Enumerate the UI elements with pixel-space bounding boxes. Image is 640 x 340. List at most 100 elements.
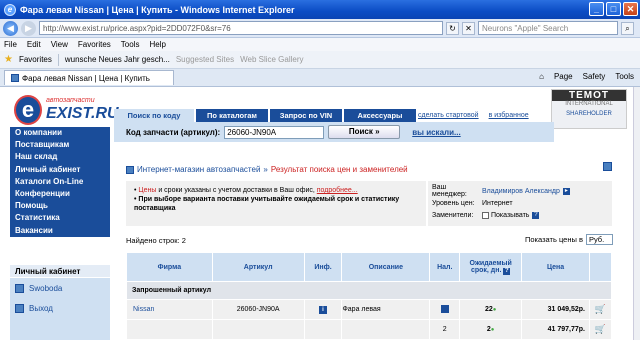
stop-button[interactable]: ✕ xyxy=(462,21,475,35)
minimize-button[interactable]: _ xyxy=(589,2,604,16)
search-tabs: Поиск по коду По каталогам Запрос по VIN… xyxy=(114,109,416,122)
forward-button[interactable]: ▶ xyxy=(21,20,36,36)
help-icon[interactable]: ? xyxy=(532,211,540,219)
tab-label: Фара левая Nissan | Цена | Купить xyxy=(22,73,150,83)
divider xyxy=(57,53,59,66)
row-firm[interactable]: Nissan xyxy=(126,299,213,321)
logo-text: EXIST.RU xyxy=(46,105,119,122)
notice-line2: При выборе варианта поставки учитывайте … xyxy=(134,196,400,212)
tab-bar: Фара левая Nissan | Цена | Купить ⌂ Page… xyxy=(0,69,640,87)
rows-found: Найдено строк: 2 xyxy=(126,236,186,245)
group-row: Запрошенный артикул xyxy=(126,280,612,301)
currency-select[interactable]: Руб. xyxy=(585,234,613,245)
back-button[interactable]: ◀ xyxy=(3,20,18,36)
account-username: Swoboda xyxy=(29,283,63,293)
sidebar-item-account[interactable]: Личный кабинет xyxy=(10,164,110,176)
refresh-button[interactable]: ↻ xyxy=(446,21,459,35)
sidebar-item-conferences[interactable]: Конференции xyxy=(10,188,110,200)
window-titlebar: e Фара левая Nissan | Цена | Купить - Wi… xyxy=(0,0,640,19)
safety-menu[interactable]: Safety xyxy=(583,72,606,81)
cart-icon[interactable]: 🛒 xyxy=(588,319,613,340)
row-stock xyxy=(429,299,461,321)
menu-view[interactable]: View xyxy=(51,40,68,49)
search-button[interactable]: Поиск » xyxy=(328,125,401,139)
account-user[interactable]: Swoboda xyxy=(10,278,110,298)
browser-tab[interactable]: Фара левая Nissan | Цена | Купить xyxy=(4,70,174,85)
tab-vin-request[interactable]: Запрос по VIN xyxy=(270,109,342,122)
url-field[interactable]: http://www.exist.ru/price.aspx?pid=2DD07… xyxy=(39,21,443,35)
substitutes-checkbox[interactable] xyxy=(482,211,489,219)
favorites-bar: ★ Favorites wunsche Neues Jahr gesch... … xyxy=(0,51,640,69)
home-icon[interactable]: ⌂ xyxy=(539,72,544,81)
part-code-input[interactable] xyxy=(224,125,325,139)
col-price[interactable]: Цена xyxy=(521,252,590,282)
col-cart xyxy=(588,252,613,282)
tab-catalogs[interactable]: По каталогам xyxy=(196,109,268,122)
sidebar-item-vacancies[interactable]: Вакансии xyxy=(10,225,110,237)
tab-search-by-code[interactable]: Поиск по коду xyxy=(114,109,194,122)
col-firm[interactable]: Фирма xyxy=(126,252,213,282)
menu-file[interactable]: File xyxy=(4,40,17,49)
menu-bar: File Edit View Favorites Tools Help xyxy=(0,38,640,51)
cart-icon[interactable]: 🛒 xyxy=(588,299,613,321)
row-price: 31 049,52р. xyxy=(521,299,590,321)
group-label: Запрошенный артикул xyxy=(126,280,612,301)
term-help-icon[interactable]: ? xyxy=(503,267,511,275)
search-box[interactable]: Neurons "Apple" Search xyxy=(478,21,618,35)
supplier-status-icon: ● xyxy=(492,307,497,314)
row-description: Фара левая xyxy=(341,299,431,321)
col-article[interactable]: Артикул xyxy=(211,252,305,282)
col-description[interactable]: Описание xyxy=(341,252,431,282)
row-firm-empty xyxy=(126,319,213,340)
search-history-link[interactable]: вы искали... xyxy=(412,128,460,137)
page-menu[interactable]: Page xyxy=(554,72,573,81)
print-icon[interactable] xyxy=(603,162,612,171)
sidebar-item-help[interactable]: Помощь xyxy=(10,200,110,212)
logout-label: Выход xyxy=(29,303,53,313)
manager-arrow-icon: ▸ xyxy=(562,187,570,195)
add-favorites-link[interactable]: в избранное xyxy=(489,112,529,119)
currency-label: Показать цены в xyxy=(525,235,583,244)
row-stock: 2 xyxy=(429,319,461,340)
maximize-button[interactable]: □ xyxy=(606,2,621,16)
manager-label: Ваш менеджер: xyxy=(432,184,467,198)
info-icon[interactable]: i xyxy=(319,305,327,314)
menu-favorites[interactable]: Favorites xyxy=(78,40,111,49)
star-icon: ★ xyxy=(4,54,13,65)
sidebar-item-statistics[interactable]: Статистика xyxy=(10,212,110,224)
sidebar-item-warehouse[interactable]: Наш склад xyxy=(10,151,110,163)
menu-edit[interactable]: Edit xyxy=(27,40,41,49)
window-title: Фара левая Nissan | Цена | Купить - Wind… xyxy=(20,4,295,15)
sidebar-nav: О компании Поставщикам Наш склад Личный … xyxy=(10,127,110,237)
price-level-label: Уровень цен: xyxy=(432,199,475,207)
sidebar-item-catalogs[interactable]: Каталоги On-Line xyxy=(10,176,110,188)
fav-item-1[interactable]: wunsche Neues Jahr gesch... xyxy=(65,55,170,64)
menu-help[interactable]: Help xyxy=(149,40,165,49)
col-stock: Нал. xyxy=(429,252,461,282)
fav-item-3[interactable]: Web Slice Gallery xyxy=(240,55,303,64)
logo-subtitle: автозапчасти xyxy=(46,97,95,104)
close-button[interactable]: ✕ xyxy=(623,2,638,16)
fav-item-2[interactable]: Suggested Sites xyxy=(176,55,234,64)
favorites-button[interactable]: Favorites xyxy=(19,55,52,64)
logo-e-icon: e xyxy=(14,95,42,125)
sidebar-item-suppliers[interactable]: Поставщикам xyxy=(10,139,110,151)
page-scrollbar[interactable] xyxy=(633,87,640,340)
manager-name[interactable]: Владимиров Александр xyxy=(482,188,560,195)
sidebar-item-about[interactable]: О компании xyxy=(10,127,110,139)
breadcrumb-home[interactable]: Интернет-магазин автозапчастей xyxy=(137,165,260,174)
temot-line2: INTERNATIONAL xyxy=(565,101,613,107)
row-term: 22● xyxy=(459,299,523,321)
logout-item[interactable]: Выход xyxy=(10,298,110,318)
account-title: Личный кабинет xyxy=(10,265,110,278)
menu-tools[interactable]: Tools xyxy=(121,40,140,49)
search-icon[interactable]: ⌕ xyxy=(621,21,634,35)
col-term[interactable]: Ожидаемый срок, дн. ? xyxy=(459,252,523,282)
tools-menu[interactable]: Tools xyxy=(615,72,634,81)
user-icon xyxy=(15,283,24,293)
tab-accessories[interactable]: Аксессуары xyxy=(344,109,416,122)
supplier-status-icon: ● xyxy=(490,327,495,334)
make-homepage-link[interactable]: сделать стартовой xyxy=(418,112,479,119)
row-info[interactable]: i xyxy=(303,299,343,321)
notice-details-link[interactable]: подробнее... xyxy=(317,187,358,194)
